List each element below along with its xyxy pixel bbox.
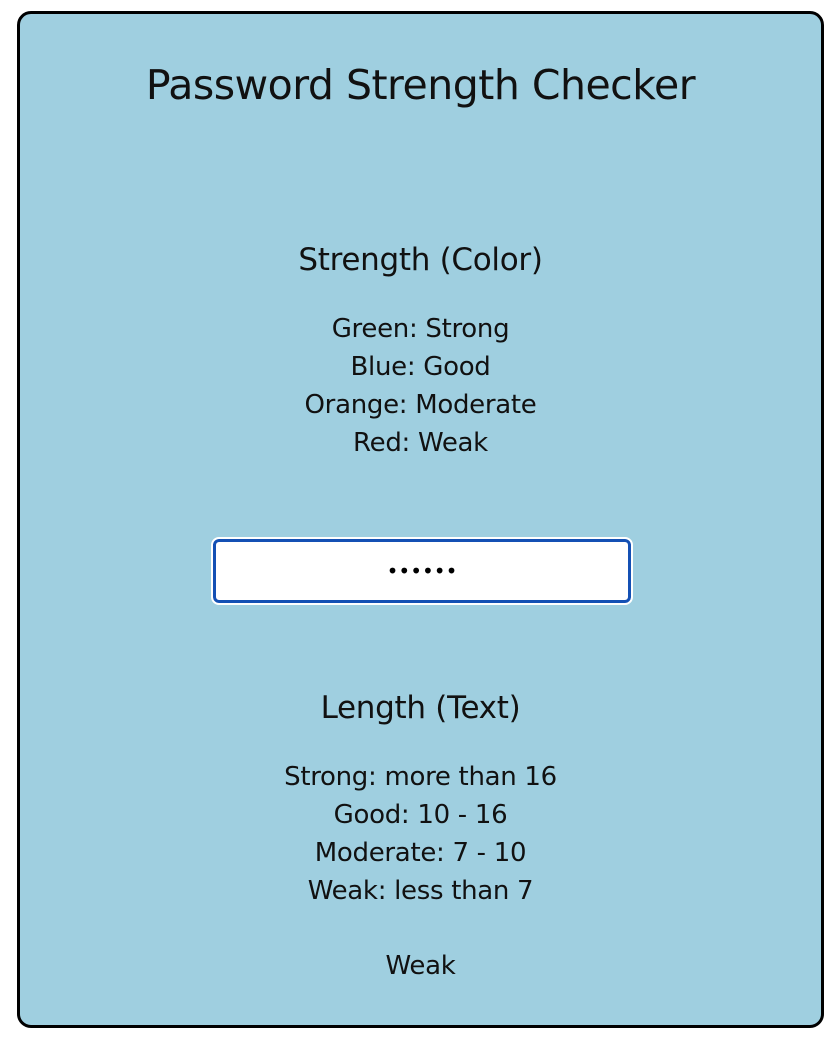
length-legend-heading: Length (Text) xyxy=(320,690,521,726)
color-legend-item-red: Red: Weak xyxy=(353,428,488,458)
color-legend-list: Green: Strong Blue: Good Orange: Moderat… xyxy=(20,310,821,462)
length-legend-item-weak: Weak: less than 7 xyxy=(307,876,534,906)
length-legend-list: Strong: more than 16 Good: 10 - 16 Moder… xyxy=(20,758,821,910)
password-input[interactable] xyxy=(211,537,633,605)
length-legend-item-strong: Strong: more than 16 xyxy=(284,762,557,792)
length-legend-item-moderate: Moderate: 7 - 10 xyxy=(314,838,527,868)
strength-result: Weak xyxy=(385,951,456,981)
checker-card: Password Strength Checker Strength (Colo… xyxy=(17,11,824,1028)
color-legend-item-blue: Blue: Good xyxy=(350,352,491,382)
length-legend-item-good: Good: 10 - 16 xyxy=(333,800,508,830)
color-legend-heading: Strength (Color) xyxy=(298,242,543,278)
password-field-wrapper xyxy=(211,537,633,605)
page-title: Password Strength Checker xyxy=(145,61,696,109)
color-legend-item-green: Green: Strong xyxy=(331,314,510,344)
color-legend-item-orange: Orange: Moderate xyxy=(304,390,537,420)
